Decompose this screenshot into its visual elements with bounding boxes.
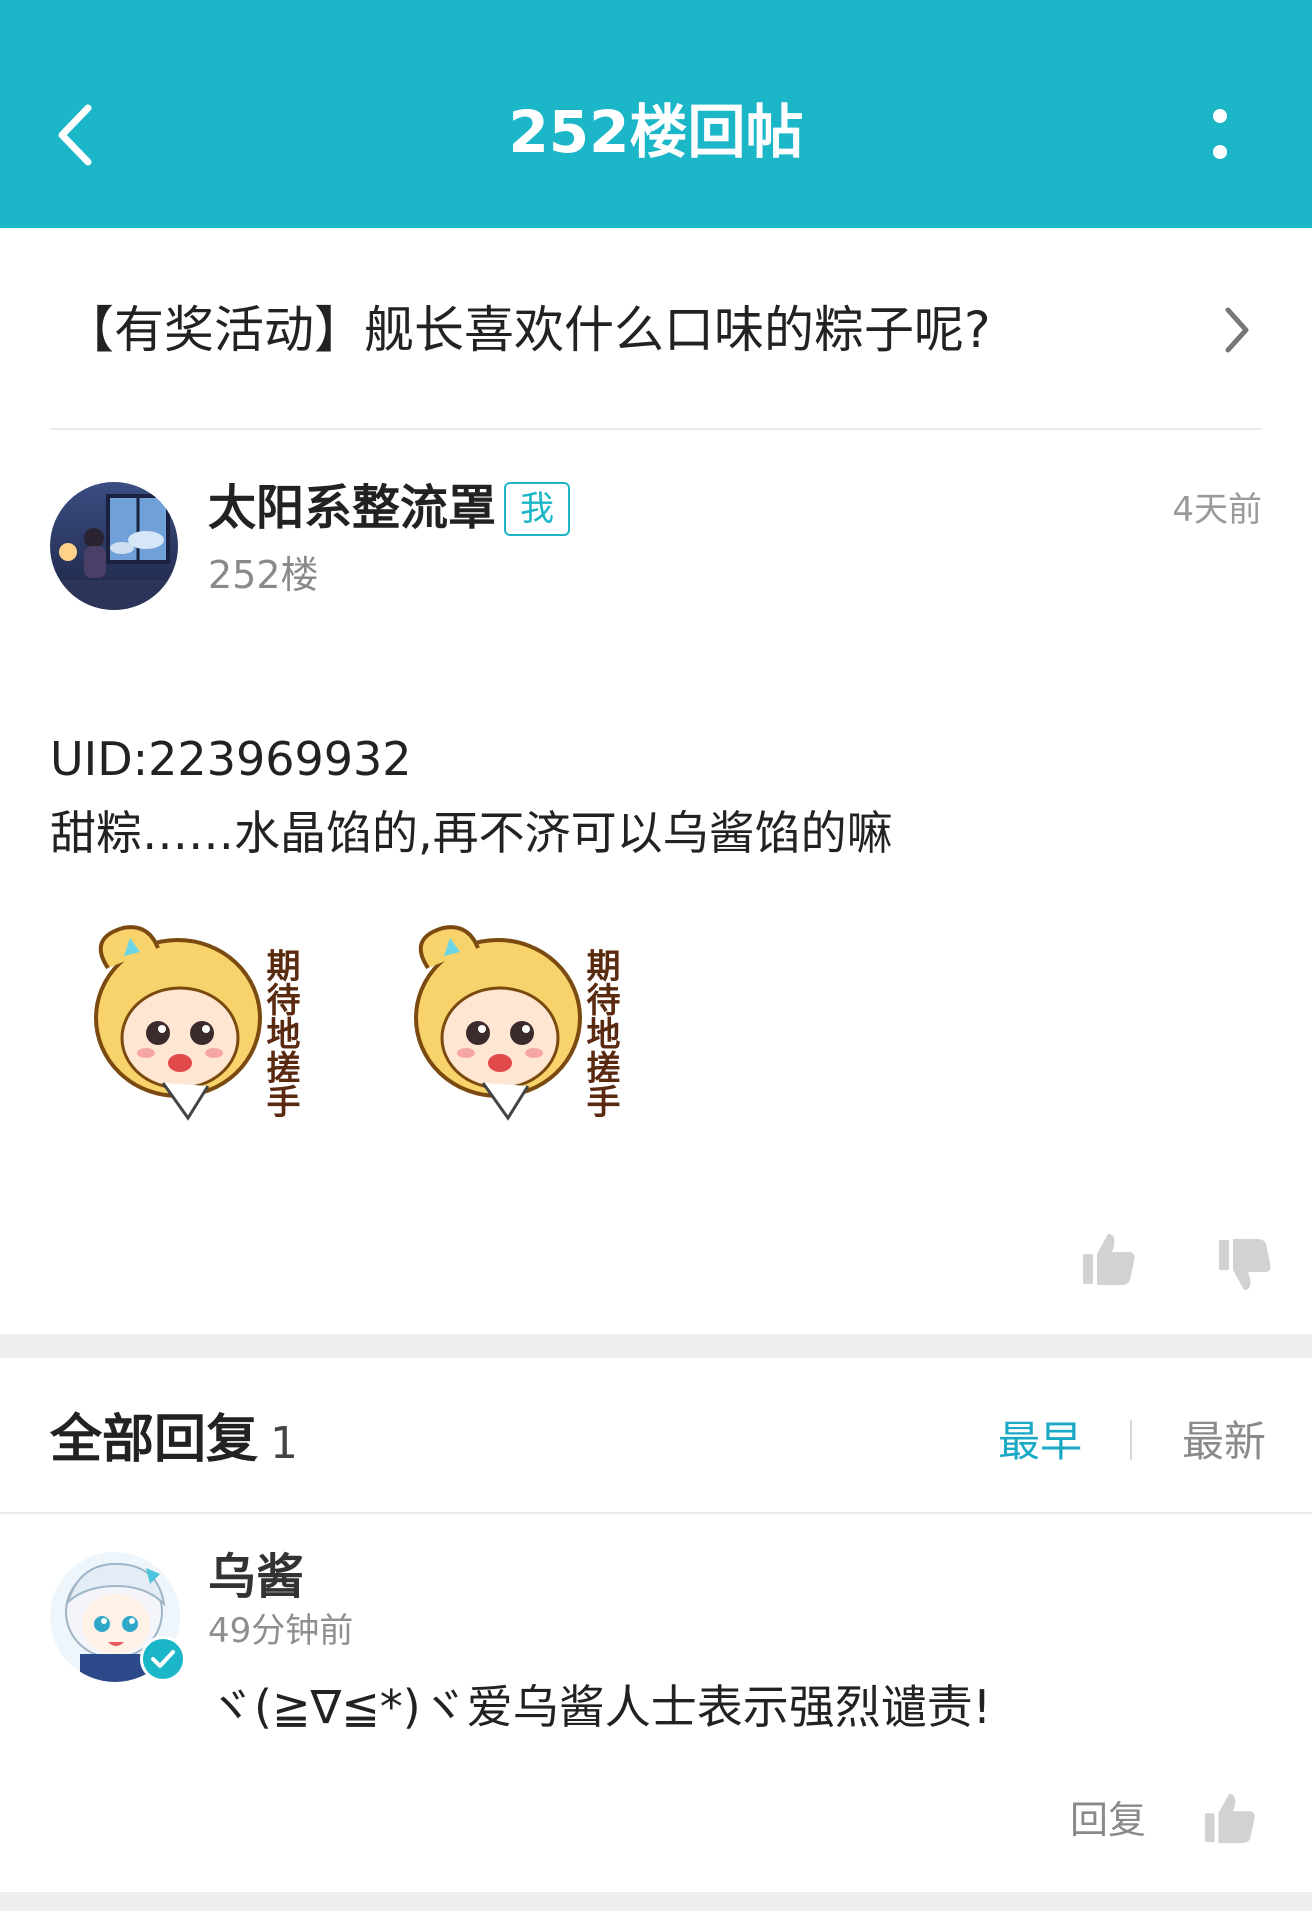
sticker-caption: 期待地搓手 [260,948,300,1118]
like-button[interactable] [1080,1230,1138,1288]
divider [50,428,1262,430]
reply-author[interactable]: 乌酱 [208,1546,304,1608]
sticker-caption: 期待地搓手 [580,948,620,1118]
verified-badge-icon [140,1636,186,1682]
me-badge: 我 [504,482,570,536]
thread-title[interactable]: 【有奖活动】舰长喜欢什么口味的粽子呢? [64,296,991,364]
thumbs-down-icon [1219,1239,1271,1290]
thumbs-up-icon [1083,1234,1135,1285]
reply-like-button[interactable] [1202,1790,1258,1846]
thumbs-up-icon [1204,1793,1255,1844]
replies-count: 1 [270,1418,298,1469]
post-content-line: 甜粽……水晶馅的,再不济可以乌酱馅的嘛 [50,806,893,860]
reply-text: ヾ(≧∇≦*)ヾ爱乌酱人士表示强烈谴责! [208,1680,992,1734]
sort-separator [1130,1420,1132,1460]
poster-name[interactable]: 太阳系整流罩 [208,478,496,538]
dislike-button[interactable] [1216,1236,1274,1294]
chevron-right-icon [1216,300,1256,360]
reply-button[interactable]: 回复 [1070,1792,1146,1848]
reply-time: 49分钟前 [208,1611,354,1651]
bottom-divider [0,1892,1312,1911]
sort-latest-tab[interactable]: 最新 [1182,1412,1266,1472]
sort-earliest-tab[interactable]: 最早 [998,1412,1082,1472]
section-divider [0,1334,1312,1358]
more-options-button[interactable] [1190,102,1250,172]
sticker-icon: 期待地搓手 [94,925,300,1121]
sticker-image[interactable]: 期待地搓手 [388,908,658,1148]
post-time: 4天前 [1172,490,1262,530]
avatar[interactable] [50,482,178,610]
more-vertical-icon [1213,109,1227,159]
floor-label: 252楼 [208,553,319,597]
post-content-line: UID:223969932 [50,732,412,786]
sticker-image[interactable]: 期待地搓手 [68,908,338,1148]
divider [0,1512,1312,1514]
replies-title: 全部回复 [50,1410,259,1470]
page-title: 252楼回帖 [508,98,804,166]
sticker-icon: 期待地搓手 [414,925,620,1121]
